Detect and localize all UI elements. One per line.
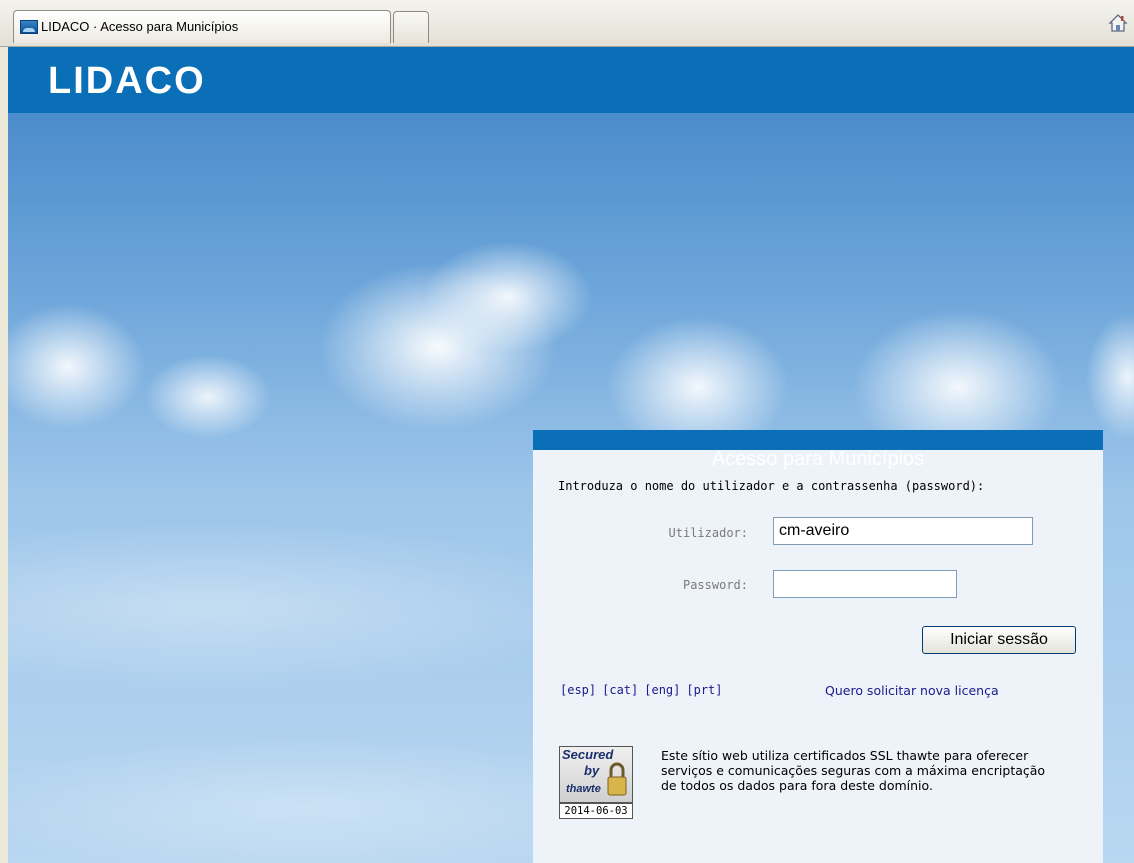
new-tab-button[interactable] [393, 11, 429, 43]
seal-by-text: by [584, 763, 600, 778]
thawte-seal[interactable]: Secured by thawte 2014-06-03 [559, 746, 633, 820]
login-panel: Acesso para Municípios Introduza o nome … [533, 430, 1103, 863]
login-title: Acesso para Municípios [711, 448, 925, 470]
ssl-notice: Este sítio web utiliza certificados SSL … [661, 748, 1046, 793]
username-input[interactable] [773, 517, 1033, 545]
seal-date: 2014-06-03 [559, 803, 633, 819]
login-button[interactable]: Iniciar sessão [922, 626, 1076, 654]
page-content: LIDACO Acesso para Municípios Introduza … [8, 47, 1134, 863]
login-header-bar [533, 430, 1103, 450]
logo: LIDACO [48, 60, 206, 102]
site-favicon-icon [20, 20, 38, 34]
login-instructions: Introduza o nome do utilizador e a contr… [558, 479, 985, 493]
lang-link-prt[interactable]: [prt] [686, 683, 722, 697]
password-label: Password: [682, 578, 748, 592]
language-links: [esp] [cat] [eng] [prt] [560, 683, 729, 697]
lang-link-eng[interactable]: [eng] [644, 683, 680, 697]
password-input[interactable] [773, 570, 957, 598]
username-label: Utilizador: [668, 526, 748, 540]
seal-thawte-text: thawte [566, 783, 601, 795]
header-bar: LIDACO [8, 47, 1134, 113]
home-icon[interactable] [1108, 13, 1128, 33]
seal-secured-text: Secured [562, 747, 614, 762]
browser-tab[interactable]: LIDACO · Acesso para Municípios [13, 10, 391, 43]
seal-badge: Secured by thawte [559, 746, 633, 803]
tab-title: LIDACO · Acesso para Municípios [41, 19, 239, 34]
lang-link-esp[interactable]: [esp] [560, 683, 596, 697]
padlock-icon [607, 762, 627, 796]
lang-link-cat[interactable]: [cat] [602, 683, 638, 697]
request-license-link[interactable]: Quero solicitar nova licença [825, 683, 999, 698]
browser-tab-strip: LIDACO · Acesso para Municípios [0, 0, 1134, 47]
